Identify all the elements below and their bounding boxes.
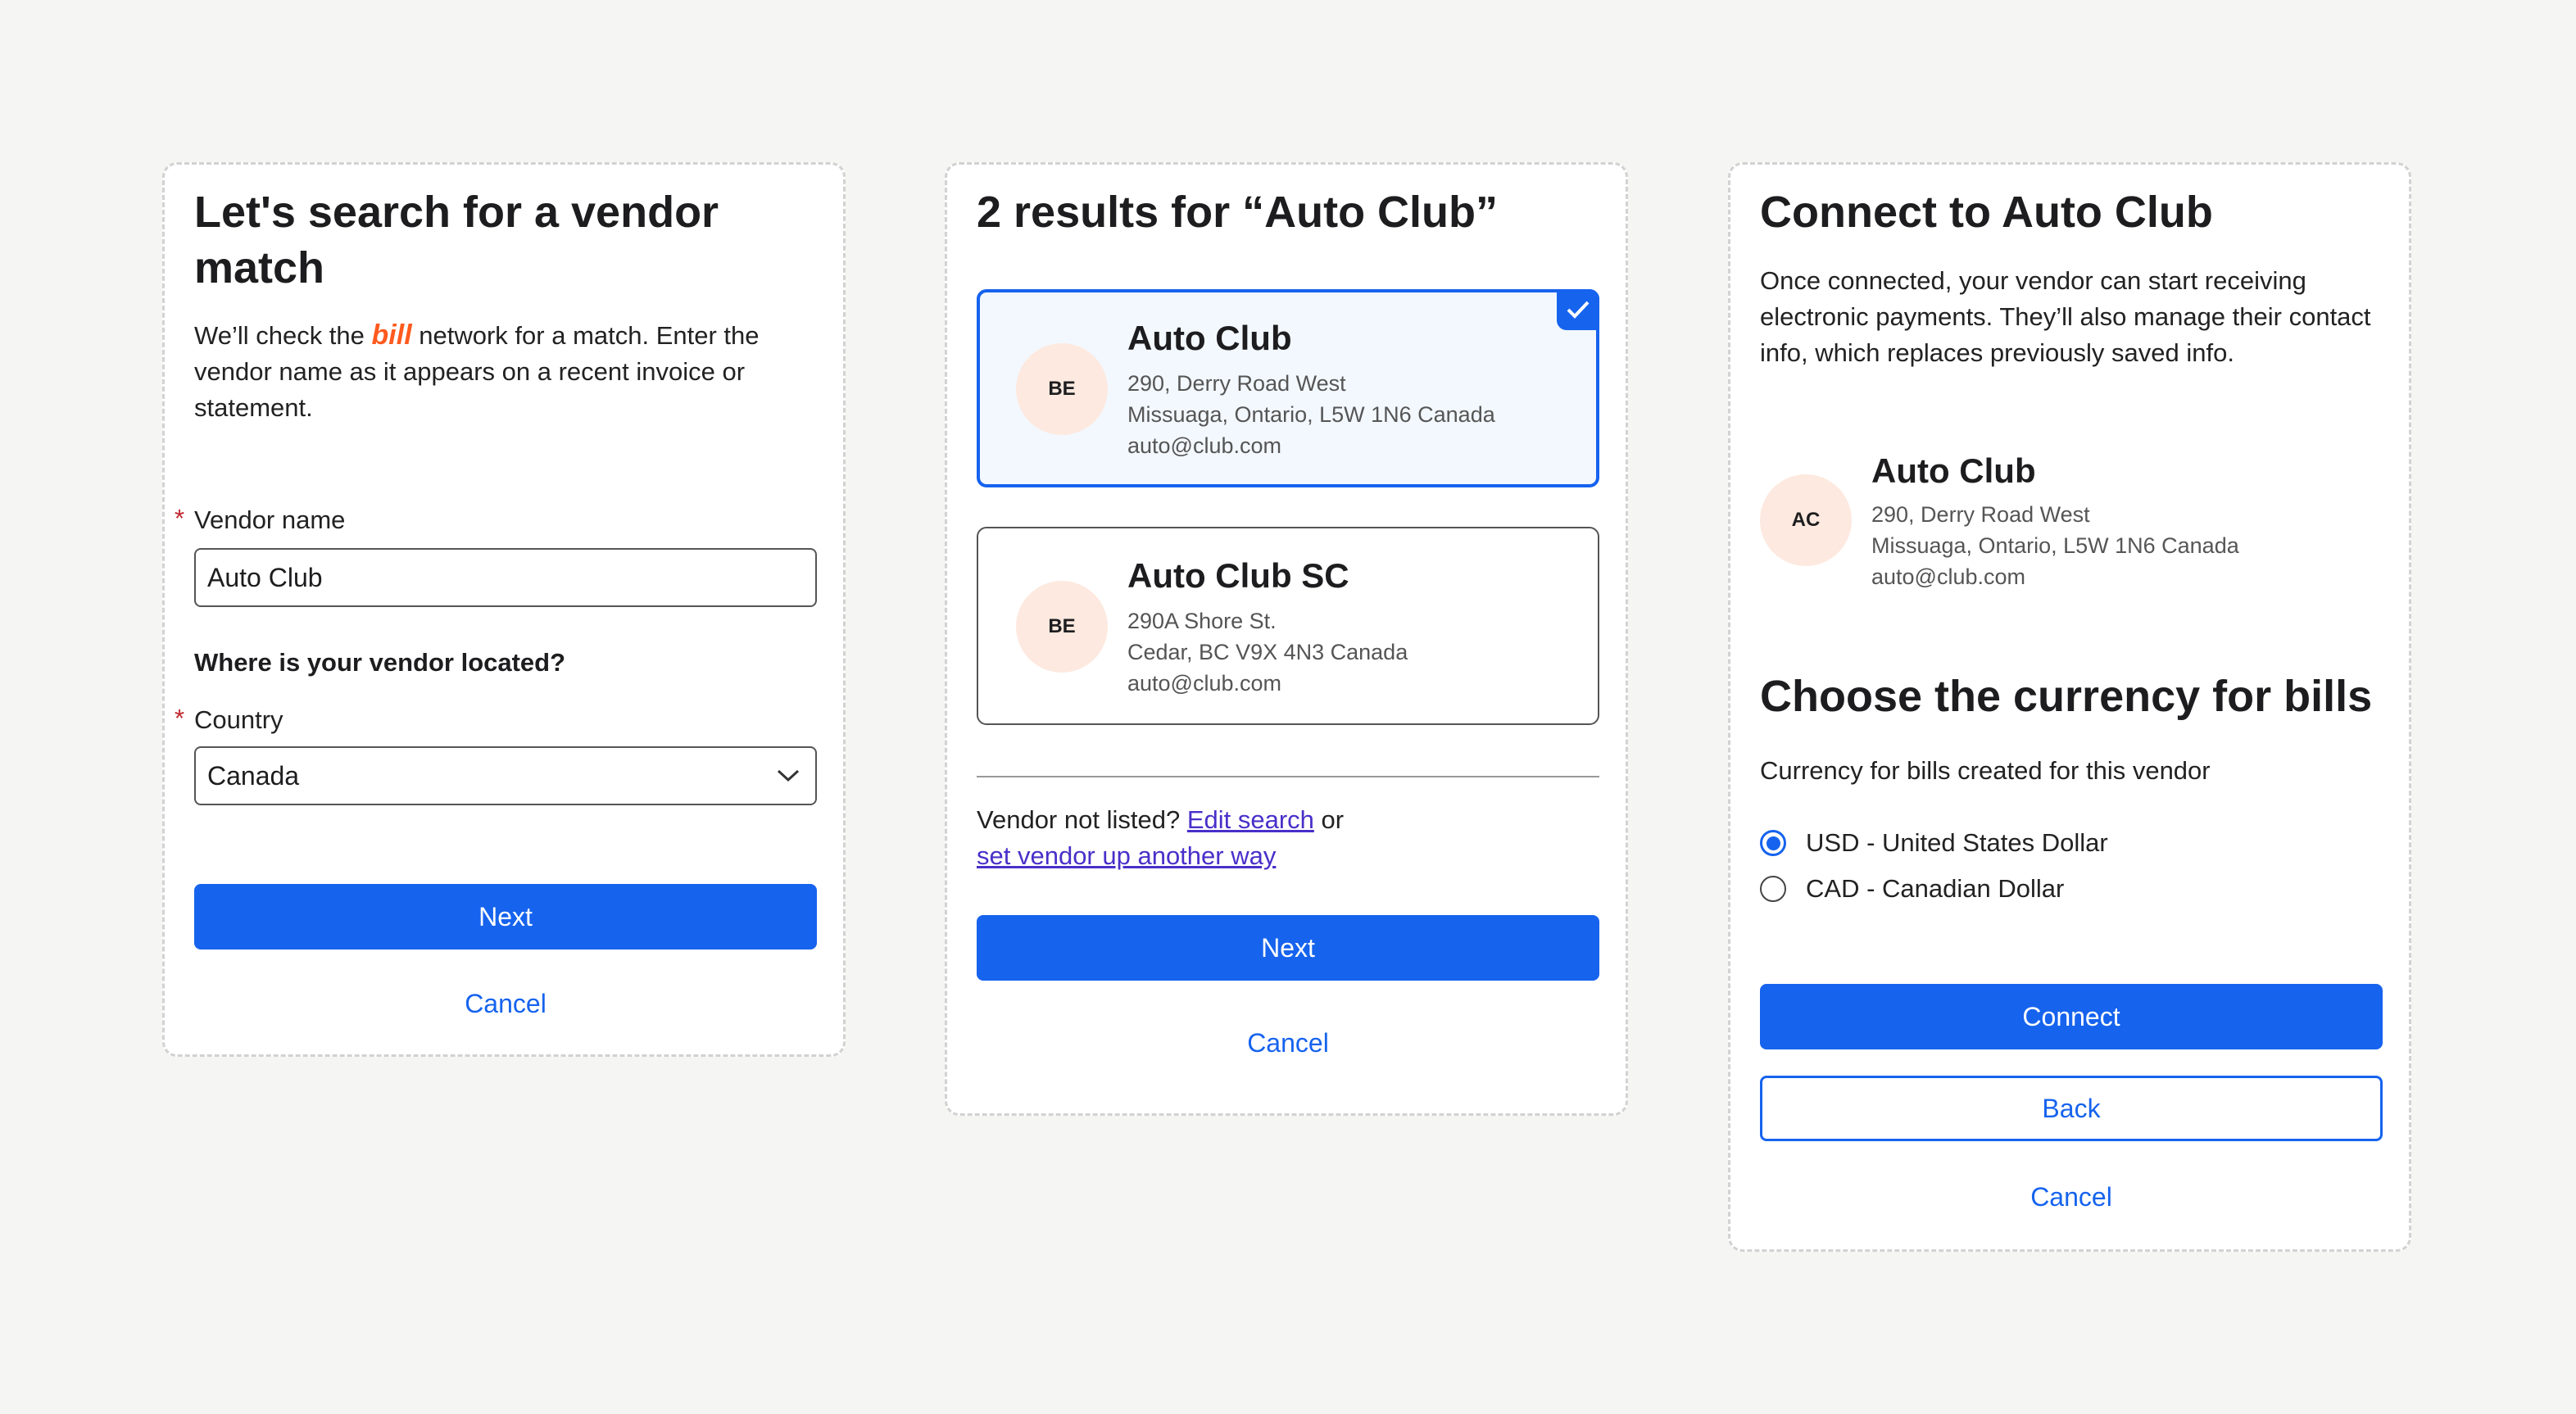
avatar: BE [1016,343,1108,435]
checkmark-icon [1567,301,1590,319]
country-select[interactable]: Canada [194,746,817,805]
vendor-email: auto@club.com [1871,564,2025,589]
results-title: 2 results for “Auto Club” [977,188,1499,237]
vendor-not-listed-text: Vendor not listed? Edit search or set ve… [977,802,1599,874]
selected-check-badge [1557,289,1599,330]
currency-option-cad[interactable]: CAD - Canadian Dollar [1760,871,2333,907]
or-text: or [1321,805,1345,834]
vendor-result-card-selected[interactable]: BE Auto Club 290, Derry Road West Missua… [977,289,1599,487]
description-prefix: We’ll check the [194,321,365,350]
vendor-result-card[interactable]: BE Auto Club SC 290A Shore St. Cedar, BC… [977,527,1599,725]
currency-option-label: USD - United States Dollar [1806,828,2108,857]
country-label-row: * Country [175,704,283,735]
currency-option-label: CAD - Canadian Dollar [1806,874,2065,903]
currency-heading: Choose the currency for bills [1760,672,2373,721]
next-button[interactable]: Next [977,915,1599,981]
setup-another-way-link[interactable]: set vendor up another way [977,841,1276,870]
search-description: We’ll check the bill network for a match… [194,317,817,426]
vendor-search-card: Let's search for a vendor match We’ll ch… [162,162,846,1057]
next-button[interactable]: Next [194,884,817,949]
not-listed-label: Vendor not listed? [977,805,1181,834]
cancel-link[interactable]: Cancel [194,989,817,1019]
vendor-name-label: Vendor name [194,505,346,534]
back-button[interactable]: Back [1760,1076,2383,1141]
vendor-name-input[interactable]: Auto Club [194,548,817,607]
vendor-address-line2: Cedar, BC V9X 4N3 Canada [1127,640,1408,664]
country-select-value: Canada [207,761,300,791]
vendor-name-label-row: * Vendor name [175,504,346,535]
radio-unselected[interactable] [1760,876,1786,902]
avatar: AC [1760,474,1852,566]
vendor-name: Auto Club [1127,319,1292,357]
vendor-name: Auto Club [1871,451,2036,490]
vendor-address-line1: 290, Derry Road West [1127,371,1346,396]
connect-description: Once connected, your vendor can start re… [1760,266,2371,367]
card-title: Let's search for a vendor match [194,188,719,292]
cancel-link[interactable]: Cancel [977,1028,1599,1058]
vendor-address-line1: 290, Derry Road West [1871,502,2090,527]
connect-button[interactable]: Connect [1760,984,2383,1049]
vendor-address-line2: Missuaga, Ontario, L5W 1N6 Canada [1127,402,1495,427]
currency-subtext: Currency for bills created for this vend… [1760,756,2211,785]
cancel-link[interactable]: Cancel [1760,1182,2383,1212]
vendor-address-line1: 290A Shore St. [1127,609,1277,633]
required-marker: * [175,504,185,533]
search-results-card: 2 results for “Auto Club” BE Auto Club 2… [945,162,1628,1116]
required-marker: * [175,704,185,732]
vendor-email: auto@club.com [1127,433,1281,458]
vendor-address-line2: Missuaga, Ontario, L5W 1N6 Canada [1871,533,2239,558]
edit-search-link[interactable]: Edit search [1187,805,1314,834]
divider [977,776,1599,777]
bill-logo: bill [371,320,412,351]
connect-title: Connect to Auto Club [1760,188,2213,237]
chevron-down-icon [777,769,800,782]
currency-option-usd[interactable]: USD - United States Dollar [1760,825,2333,861]
radio-selected[interactable] [1760,830,1786,856]
avatar: BE [1016,581,1108,673]
location-question: Where is your vendor located? [194,648,566,677]
connect-vendor-card: Connect to Auto Club Once connected, you… [1728,162,2411,1252]
vendor-summary: AC Auto Club 290, Derry Road West Missua… [1730,443,2410,640]
country-label: Country [194,705,283,734]
vendor-email: auto@club.com [1127,671,1281,696]
vendor-name: Auto Club SC [1127,556,1349,595]
